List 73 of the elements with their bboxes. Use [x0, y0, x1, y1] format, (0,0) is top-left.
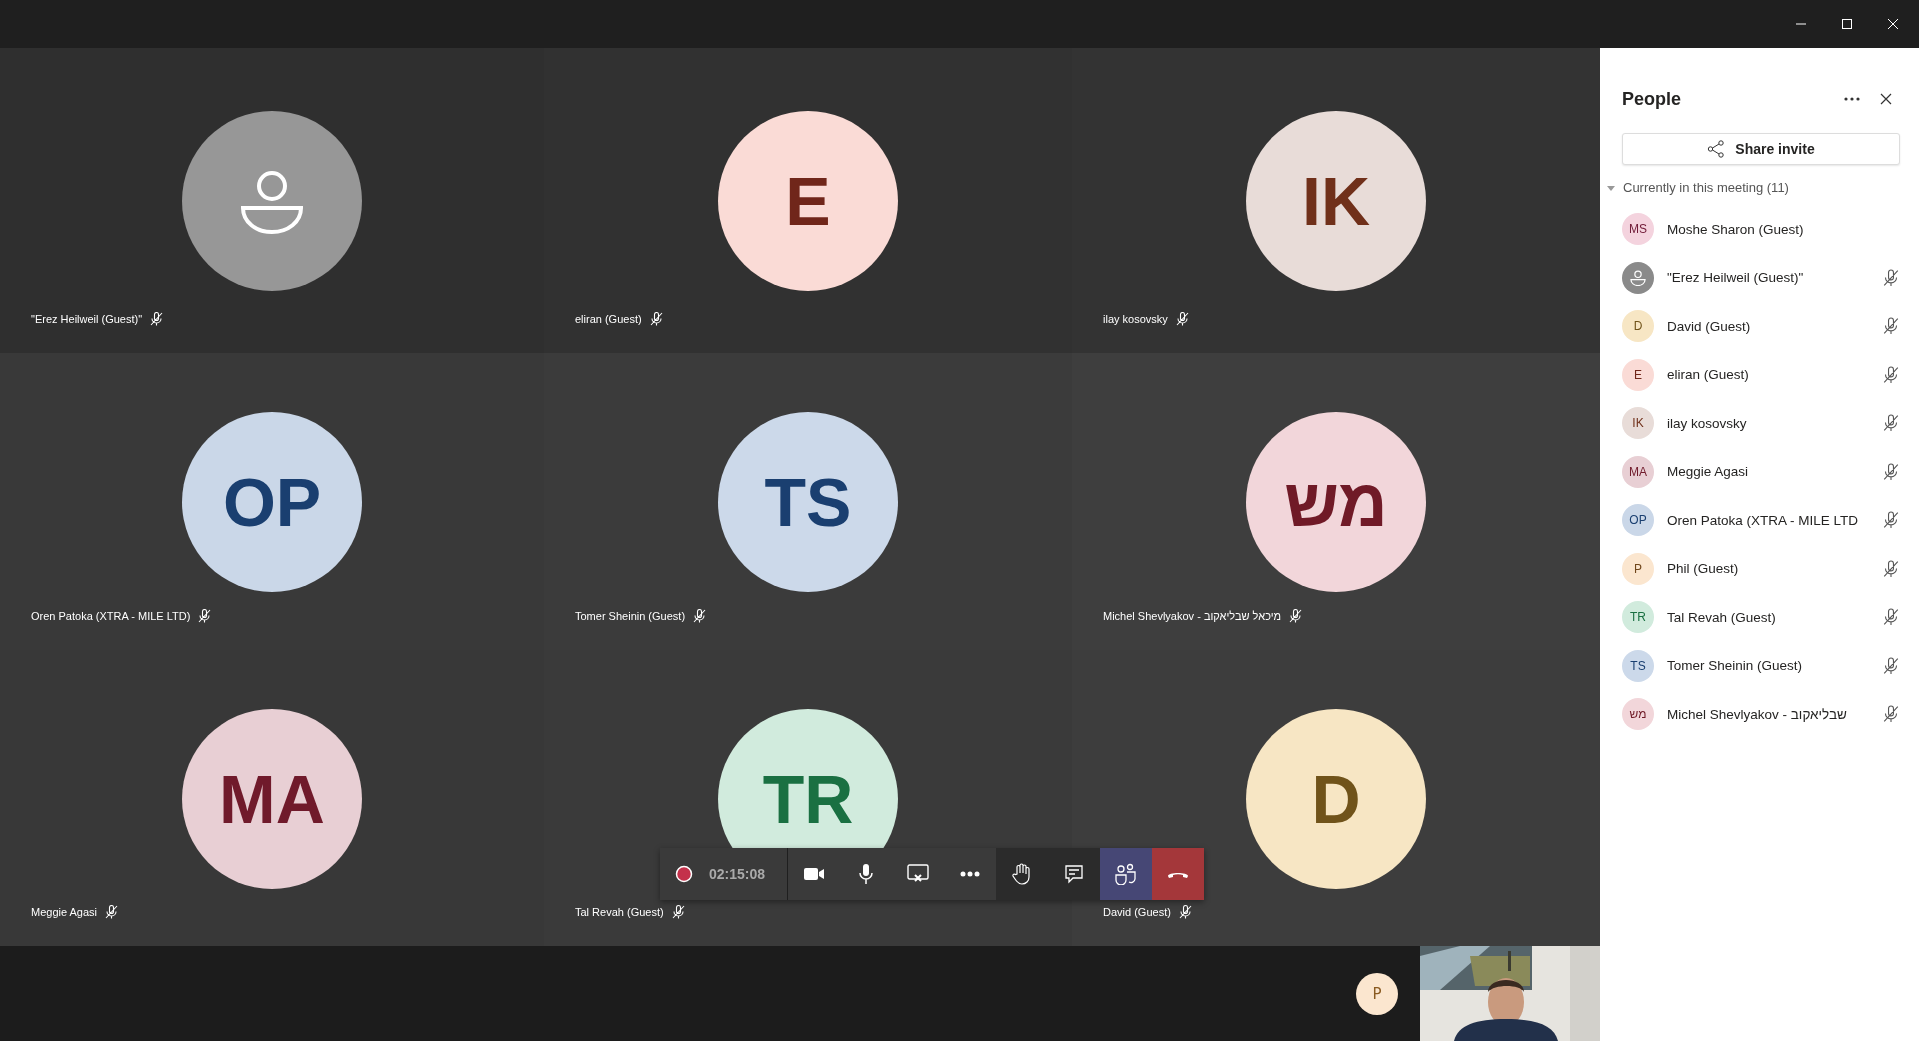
participant-row[interactable]: TR Tal Revah (Guest) [1622, 593, 1919, 642]
hand-button[interactable] [996, 848, 1049, 900]
avatar-initials: מש [1629, 707, 1647, 722]
more-options-icon[interactable] [1844, 97, 1860, 101]
avatar-initials: D [1311, 760, 1361, 838]
participant-name: "Erez Heilweil (Guest)" [31, 313, 143, 325]
participant-row[interactable]: TS Tomer Sheinin (Guest) [1622, 641, 1919, 690]
avatar-initials: TR [1630, 610, 1646, 625]
avatar-initials: TS [764, 463, 852, 541]
avatar-initials: MA [1629, 464, 1647, 479]
participant-row[interactable]: MS Moshe Sharon (Guest) [1622, 205, 1919, 254]
maximize-icon[interactable] [1841, 18, 1853, 30]
participant-name: Tal Revah (Guest) [575, 906, 664, 918]
camera-icon [803, 866, 826, 882]
participant-row[interactable]: D David (Guest) [1622, 302, 1919, 351]
share-icon [1707, 140, 1726, 158]
participant-row[interactable]: "Erez Heilweil (Guest)" [1622, 253, 1919, 302]
avatar-initials: TR [762, 760, 854, 838]
participant-name: "Erez Heilweil (Guest)" [1667, 270, 1805, 286]
panel-title: People [1622, 88, 1683, 110]
avatar-initials: IK [1632, 416, 1644, 431]
person-icon [1630, 269, 1646, 286]
chat-icon [1064, 864, 1085, 884]
participant-name: eliran (Guest) [575, 313, 642, 325]
avatar-initials: D [1633, 319, 1643, 334]
avatar-initials: P [1634, 561, 1642, 576]
avatar-initials: OP [222, 463, 322, 541]
caret-icon [1607, 183, 1615, 192]
participant-name: Phil (Guest) [1667, 561, 1740, 577]
participant-name: David (Guest) [1103, 906, 1171, 918]
screen-icon [907, 864, 930, 884]
section-header[interactable]: Currently in this meeting (11) [1607, 180, 1919, 195]
participant-row[interactable]: E eliran (Guest) [1622, 350, 1919, 399]
avatar-initials: P [1372, 984, 1382, 1003]
share-invite-button[interactable]: Share invite [1622, 133, 1900, 165]
camera-button[interactable] [788, 848, 841, 900]
participant-name: eliran (Guest) [1667, 367, 1750, 383]
participant-name: ilay kosovsky [1103, 313, 1168, 325]
close-icon[interactable] [1880, 93, 1892, 105]
more-button[interactable] [944, 848, 997, 900]
more-icon [960, 871, 981, 877]
participant-name: Tal Revah (Guest) [1667, 609, 1777, 625]
participant-row[interactable]: MA Meggie Agasi [1622, 447, 1919, 496]
participant-name: Moshe Sharon (Guest) [1667, 221, 1805, 237]
participant-row[interactable]: OP Oren Patoka (XTRA - MILE LTD [1622, 496, 1919, 545]
participant-name: Meggie Agasi [1667, 464, 1750, 480]
participant-name: Tomer Sheinin (Guest) [575, 610, 686, 622]
hand-icon [1012, 863, 1033, 885]
avatar-initials: MS [1629, 222, 1647, 237]
participant-name: Oren Patoka (XTRA - MILE LTD [1667, 512, 1860, 528]
participant-name: Michel Shevlyakov - שבליאקוב [1667, 706, 1848, 722]
participant-row[interactable]: IK ilay kosovsky [1622, 399, 1919, 448]
avatar-initials: MA [219, 760, 325, 838]
chat-button[interactable] [1048, 848, 1101, 900]
people-button[interactable] [1100, 848, 1153, 900]
participant-name: Meggie Agasi [31, 906, 98, 918]
participant-name: ilay kosovsky [1667, 415, 1748, 431]
avatar-initials: IK [1302, 162, 1370, 240]
microphone-icon [858, 863, 875, 885]
participant-name: David (Guest) [1667, 318, 1752, 334]
participant-row[interactable]: מש Michel Shevlyakov - שבליאקוב [1622, 690, 1919, 739]
avatar-initials: E [785, 162, 831, 240]
avatar-initials: TS [1630, 658, 1646, 673]
avatar-initials: מש [1284, 463, 1388, 541]
participant-name: Michel Shevlyakov - מיכאל שבליאקוב [1103, 610, 1282, 622]
person-icon [239, 168, 305, 234]
people-icon [1115, 863, 1138, 885]
participant-name: Oren Patoka (XTRA - MILE LTD) [31, 610, 191, 622]
participant-row[interactable]: P Phil (Guest) [1622, 544, 1919, 593]
avatar-initials: E [1634, 367, 1642, 382]
avatar-initials: OP [1629, 513, 1647, 528]
meeting-timer: 02:15:08 [709, 866, 766, 882]
participant-name: Tomer Sheinin (Guest) [1667, 658, 1804, 674]
